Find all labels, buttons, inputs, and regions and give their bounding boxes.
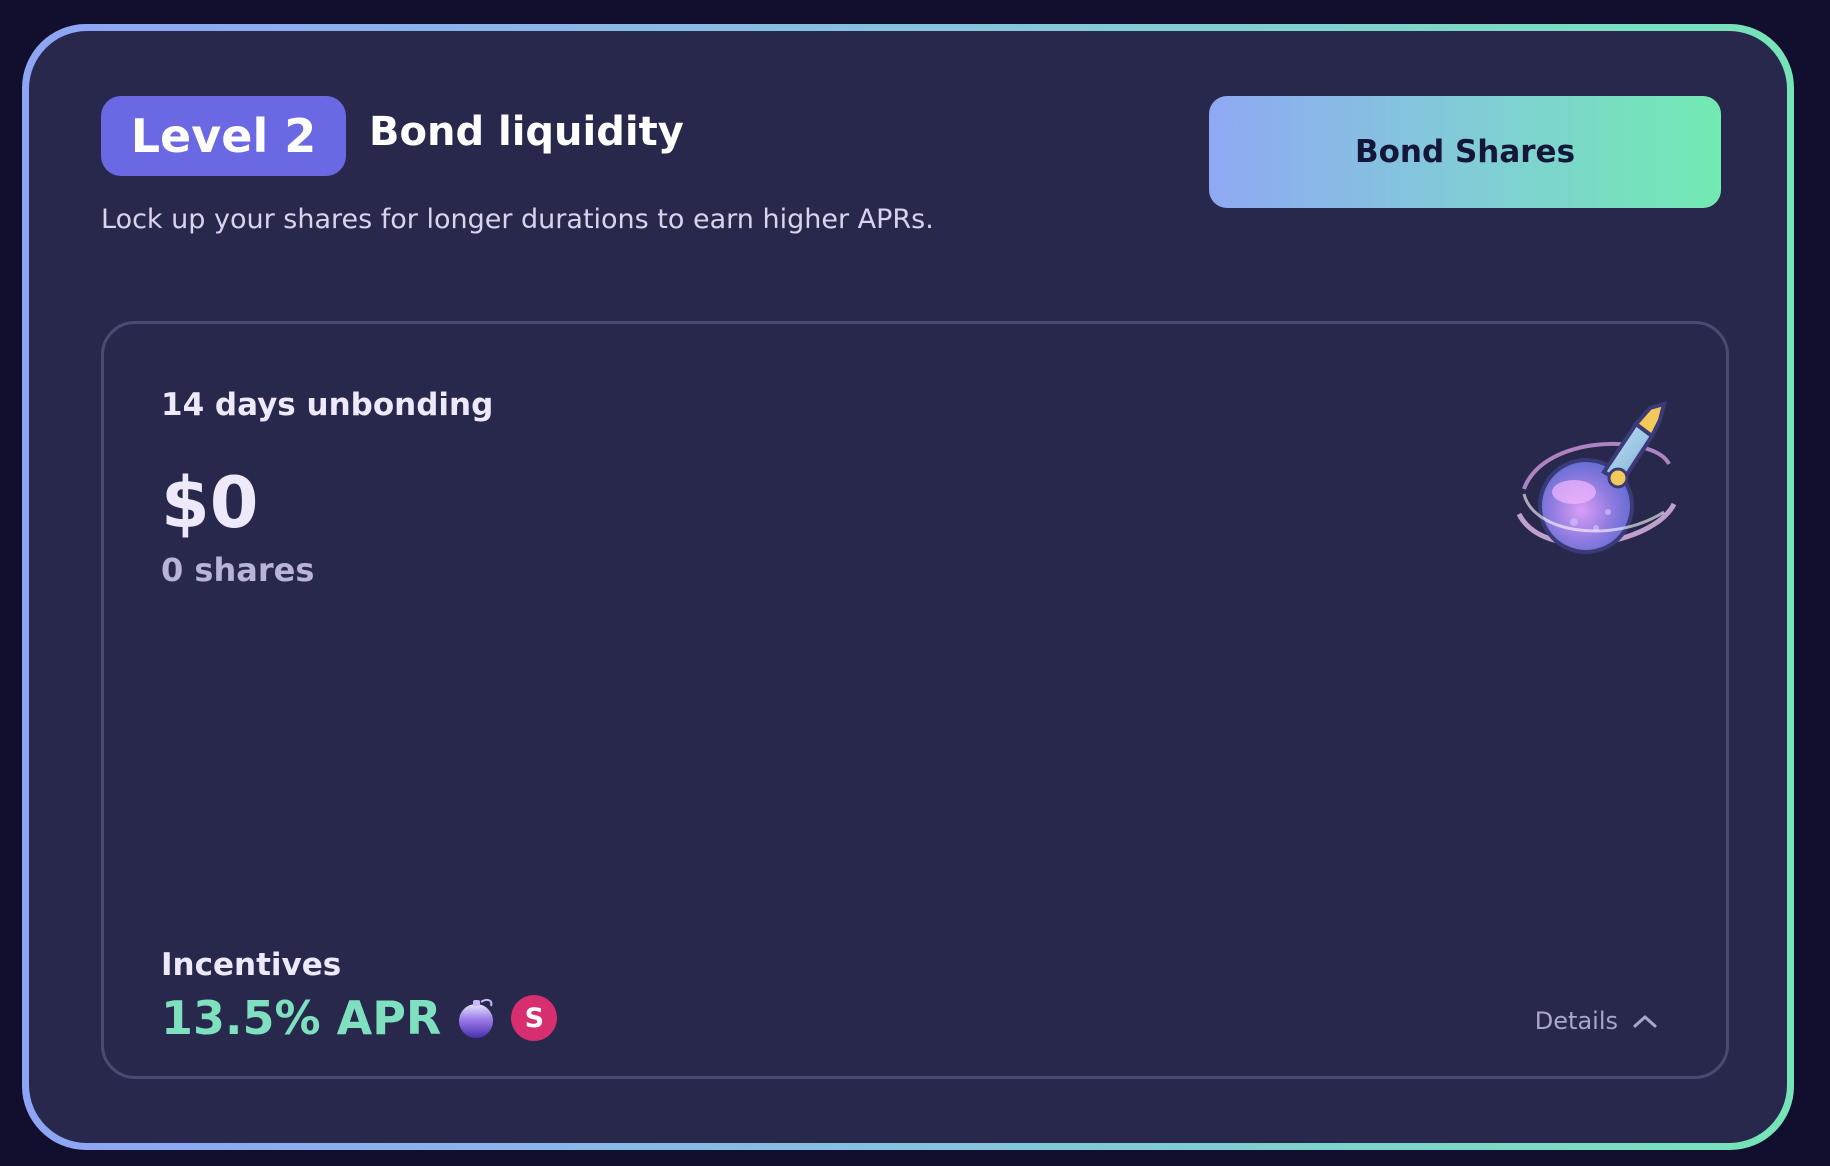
chevron-up-icon: [1633, 1015, 1657, 1028]
unbonding-duration-title: 14 days unbonding: [161, 387, 494, 423]
unbonding-card: 14 days unbonding $0 0 shares Incentives…: [101, 321, 1729, 1079]
s-token-icon: S: [511, 995, 558, 1041]
section-title: Bond liquidity: [369, 109, 684, 155]
details-toggle[interactable]: Details: [1535, 1007, 1658, 1035]
potion-bottle-icon: [1516, 401, 1677, 554]
bond-shares-button-label: Bond Shares: [1354, 134, 1576, 170]
details-label: Details: [1534, 1007, 1618, 1035]
page: Level 2 Bond liquidity Lock up your shar…: [0, 0, 1830, 1166]
apr-row: 13.5% APR S: [161, 991, 558, 1045]
section-description: Lock up your shares for longer durations…: [101, 204, 934, 235]
level-badge: Level 2: [101, 96, 346, 176]
bonded-shares: 0 shares: [161, 551, 315, 589]
bond-liquidity-card: Level 2 Bond liquidity Lock up your shar…: [22, 24, 1794, 1150]
incentives-label: Incentives: [161, 947, 342, 983]
potion-token-icon: [459, 998, 494, 1038]
apr-value: 13.5% APR: [161, 991, 442, 1045]
bond-shares-button[interactable]: Bond Shares: [1209, 96, 1721, 208]
s-token-letter: S: [524, 1002, 545, 1034]
bond-liquidity-card-body: Level 2 Bond liquidity Lock up your shar…: [29, 31, 1787, 1143]
bonded-amount: $0: [161, 462, 259, 544]
